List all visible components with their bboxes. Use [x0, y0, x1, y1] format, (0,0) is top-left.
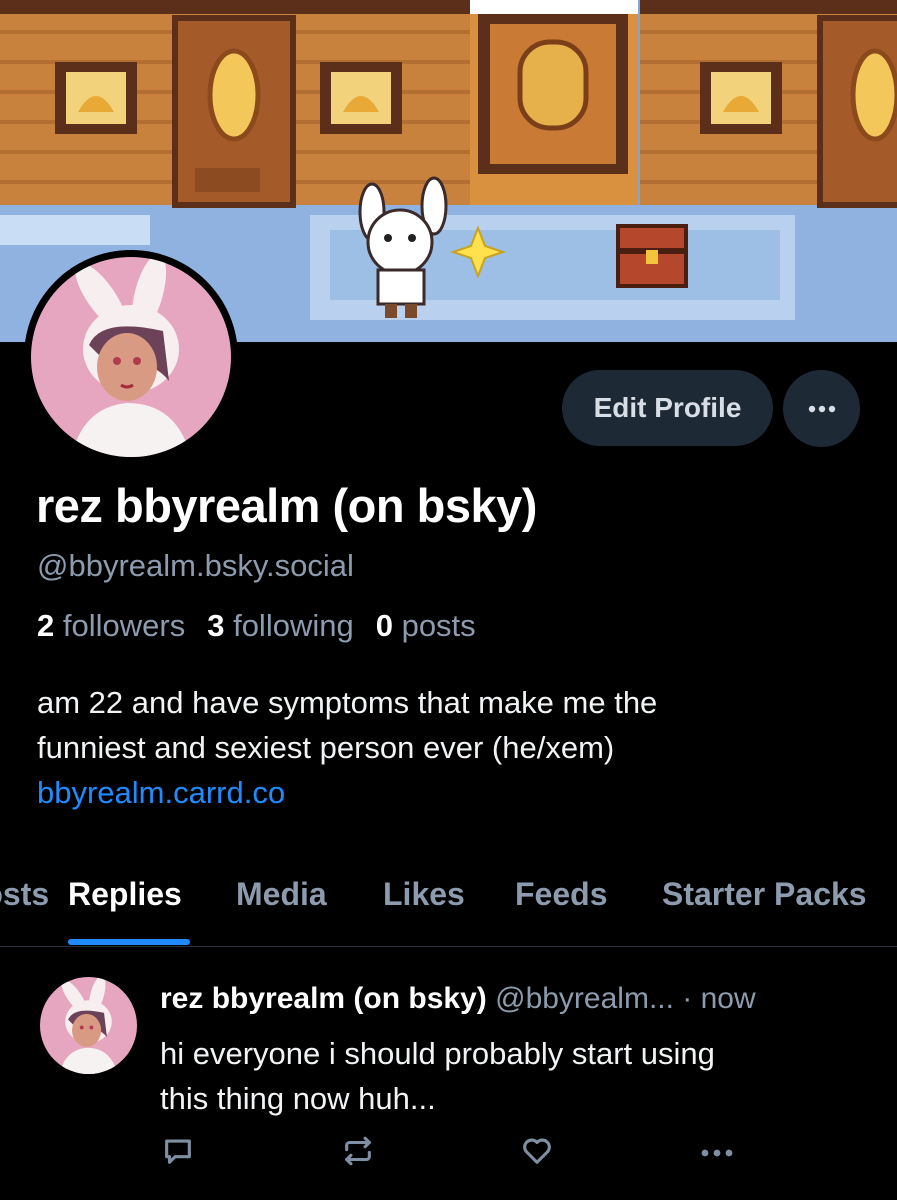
posts-stat: 0 posts	[376, 608, 476, 644]
profile-avatar[interactable]	[31, 257, 231, 457]
profile-handle: @bbyrealm.bsky.social	[37, 548, 354, 583]
active-tab-indicator	[68, 939, 190, 945]
profile-more-button[interactable]	[783, 370, 860, 447]
ellipsis-icon	[700, 1144, 734, 1162]
post-text: hi everyone i should probably start usin…	[160, 1031, 860, 1121]
bio-line: am 22 and have symptoms that make me the	[37, 685, 658, 720]
post-item[interactable]: rez bbyrealm (on bsky) @bbyrealm... · no…	[0, 947, 897, 1200]
speech-bubble-icon	[161, 1134, 195, 1173]
post-timestamp: · now	[682, 982, 756, 1015]
profile-tabs: Posts Replies Media Likes Feeds Starter …	[0, 862, 897, 947]
profile-display-name: rez bbyrealm (on bsky)	[36, 479, 537, 532]
posts-count: 0	[375, 608, 393, 643]
followers-stat[interactable]: 2 followers	[37, 608, 185, 644]
bio-line: funniest and sexiest person ever (he/xem…	[37, 730, 615, 765]
like-button[interactable]	[517, 1133, 557, 1173]
reply-button[interactable]	[158, 1133, 198, 1173]
post-more-button[interactable]	[697, 1133, 737, 1173]
repost-icon	[340, 1134, 376, 1173]
followers-label: followers	[62, 608, 186, 643]
post-handle[interactable]: @bbyrealm...	[495, 982, 674, 1015]
post-text-line: this thing now huh...	[160, 1081, 436, 1116]
heart-icon	[519, 1134, 555, 1173]
ellipsis-icon	[808, 400, 836, 418]
tab-media[interactable]: Media	[236, 876, 327, 913]
bio-link[interactable]: bbyrealm.carrd.co	[37, 770, 857, 815]
repost-button[interactable]	[338, 1133, 378, 1173]
post-author[interactable]: rez bbyrealm (on bsky)	[160, 982, 487, 1015]
tab-starter-packs[interactable]: Starter Packs	[662, 876, 867, 913]
tab-feeds[interactable]: Feeds	[515, 876, 607, 913]
posts-label: posts	[401, 608, 476, 643]
post-actions	[0, 1133, 897, 1183]
profile-bio: am 22 and have symptoms that make me the…	[37, 680, 857, 815]
edit-profile-button[interactable]: Edit Profile	[562, 370, 773, 446]
tab-likes[interactable]: Likes	[383, 876, 465, 913]
followers-count: 2	[37, 608, 55, 643]
tab-posts[interactable]: Posts	[0, 876, 49, 913]
tab-replies[interactable]: Replies	[68, 876, 182, 913]
following-label: following	[233, 608, 354, 643]
profile-stats: 2 followers 3 following 0 posts	[37, 608, 476, 644]
post-avatar[interactable]	[40, 977, 137, 1074]
following-count: 3	[207, 608, 225, 643]
post-header: rez bbyrealm (on bsky) @bbyrealm... · no…	[160, 982, 756, 1016]
post-text-line: hi everyone i should probably start usin…	[160, 1036, 715, 1071]
following-stat[interactable]: 3 following	[207, 608, 354, 644]
